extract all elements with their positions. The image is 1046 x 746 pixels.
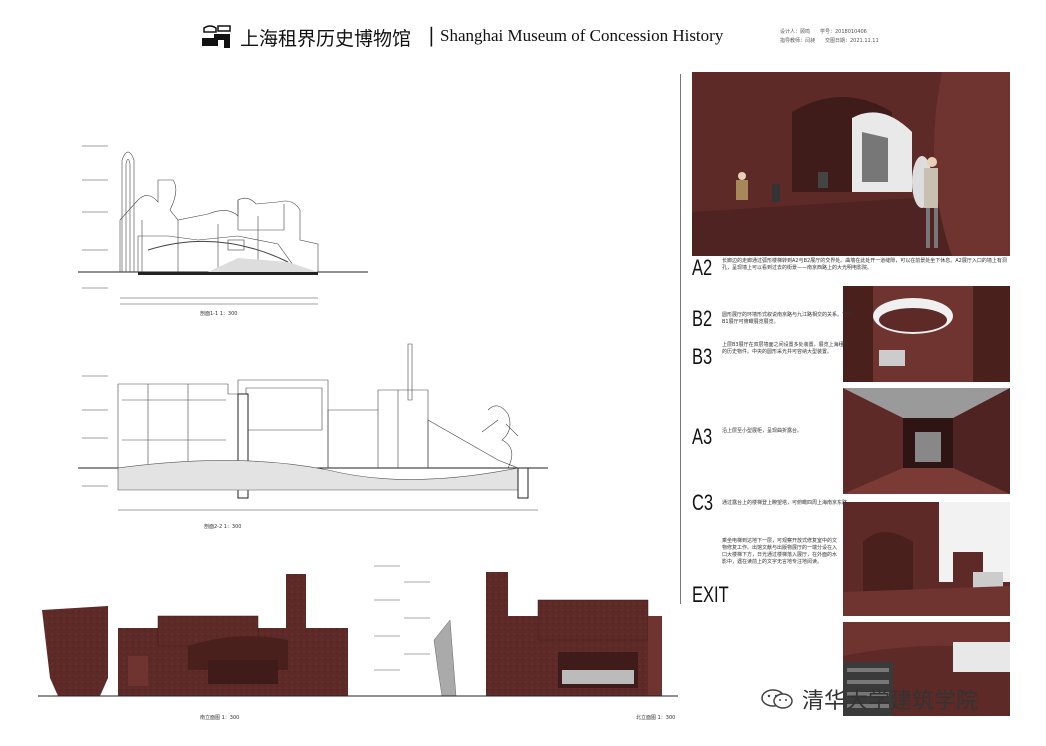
- seq-note-exit: 乘坐电梯到达地下一层，可观察开放式修复室中的文物修复工作。出馆文献与出版物展厅的…: [722, 538, 838, 565]
- seq-note-c3: 通过露台上的楼梯登上瞭望塔，可俯瞰四周上海南京东路。: [722, 500, 853, 506]
- render-c3-terrace: [843, 502, 1010, 616]
- render-a2-hall: [692, 72, 1010, 256]
- seq-label-exit: EXIT: [692, 582, 729, 607]
- museum-logo-icon: [202, 25, 231, 48]
- seq-label-b3: B3: [692, 344, 713, 369]
- seq-label-c3: C3: [692, 490, 714, 515]
- render-b2-hall: [843, 286, 1010, 382]
- title-separator: |: [428, 23, 435, 47]
- seq-label-a3: A3: [692, 424, 713, 449]
- seq-note-a2: 长廊边的走廊通过弧形楼梯转到A2与B2展厅的交界处。曲墙在此处开一道缝隙，可以在…: [722, 258, 1007, 271]
- section-2-2-drawing: [78, 343, 548, 511]
- meta-advisor: 指导教师：闫昶 交图日期：2021.11.11: [780, 38, 879, 44]
- watermark: 清华大学建筑学院: [760, 684, 978, 714]
- seq-note-b3: 上层B3展厅在双层墙面之间设置多处装置，展览上海租界的历史物件。中央的圆形采光井…: [722, 342, 849, 355]
- section-1-1-caption: 剖面1-1 1：300: [200, 311, 238, 317]
- title-cn: 上海租界历史博物馆: [240, 28, 412, 50]
- elevations-drawing: [38, 565, 678, 697]
- seq-note-b2: 圆形展厅的环墙形式叙说南京路与九江路相交的关系。下层B1展厅可俯瞰展览展览。: [722, 312, 853, 325]
- wechat-icon: [761, 689, 793, 709]
- section-2-2-caption: 剖面2-2 1：300: [204, 524, 242, 530]
- seq-note-a3: 沿上层至小型展柜，呈现曲折露台。: [722, 428, 803, 434]
- title-en: Shanghai Museum of Concession History: [440, 26, 724, 45]
- render-a3-hall: [843, 388, 1010, 494]
- seq-label-b2: B2: [692, 306, 713, 331]
- elevation-south-caption: 南立面图 1：300: [200, 715, 240, 721]
- section-1-1-drawing: [78, 145, 368, 305]
- header: 上海租界历史博物馆 | Shanghai Museum of Concessio…: [200, 20, 900, 54]
- watermark-text: 清华大学建筑学院: [802, 689, 979, 714]
- meta-designer: 设计人：顾鸣 学号：2018010406: [780, 29, 867, 35]
- sequence-bracket: [680, 74, 681, 604]
- seq-label-a2: A2: [692, 255, 713, 280]
- elevation-north-caption: 北立面图 1：300: [636, 715, 676, 721]
